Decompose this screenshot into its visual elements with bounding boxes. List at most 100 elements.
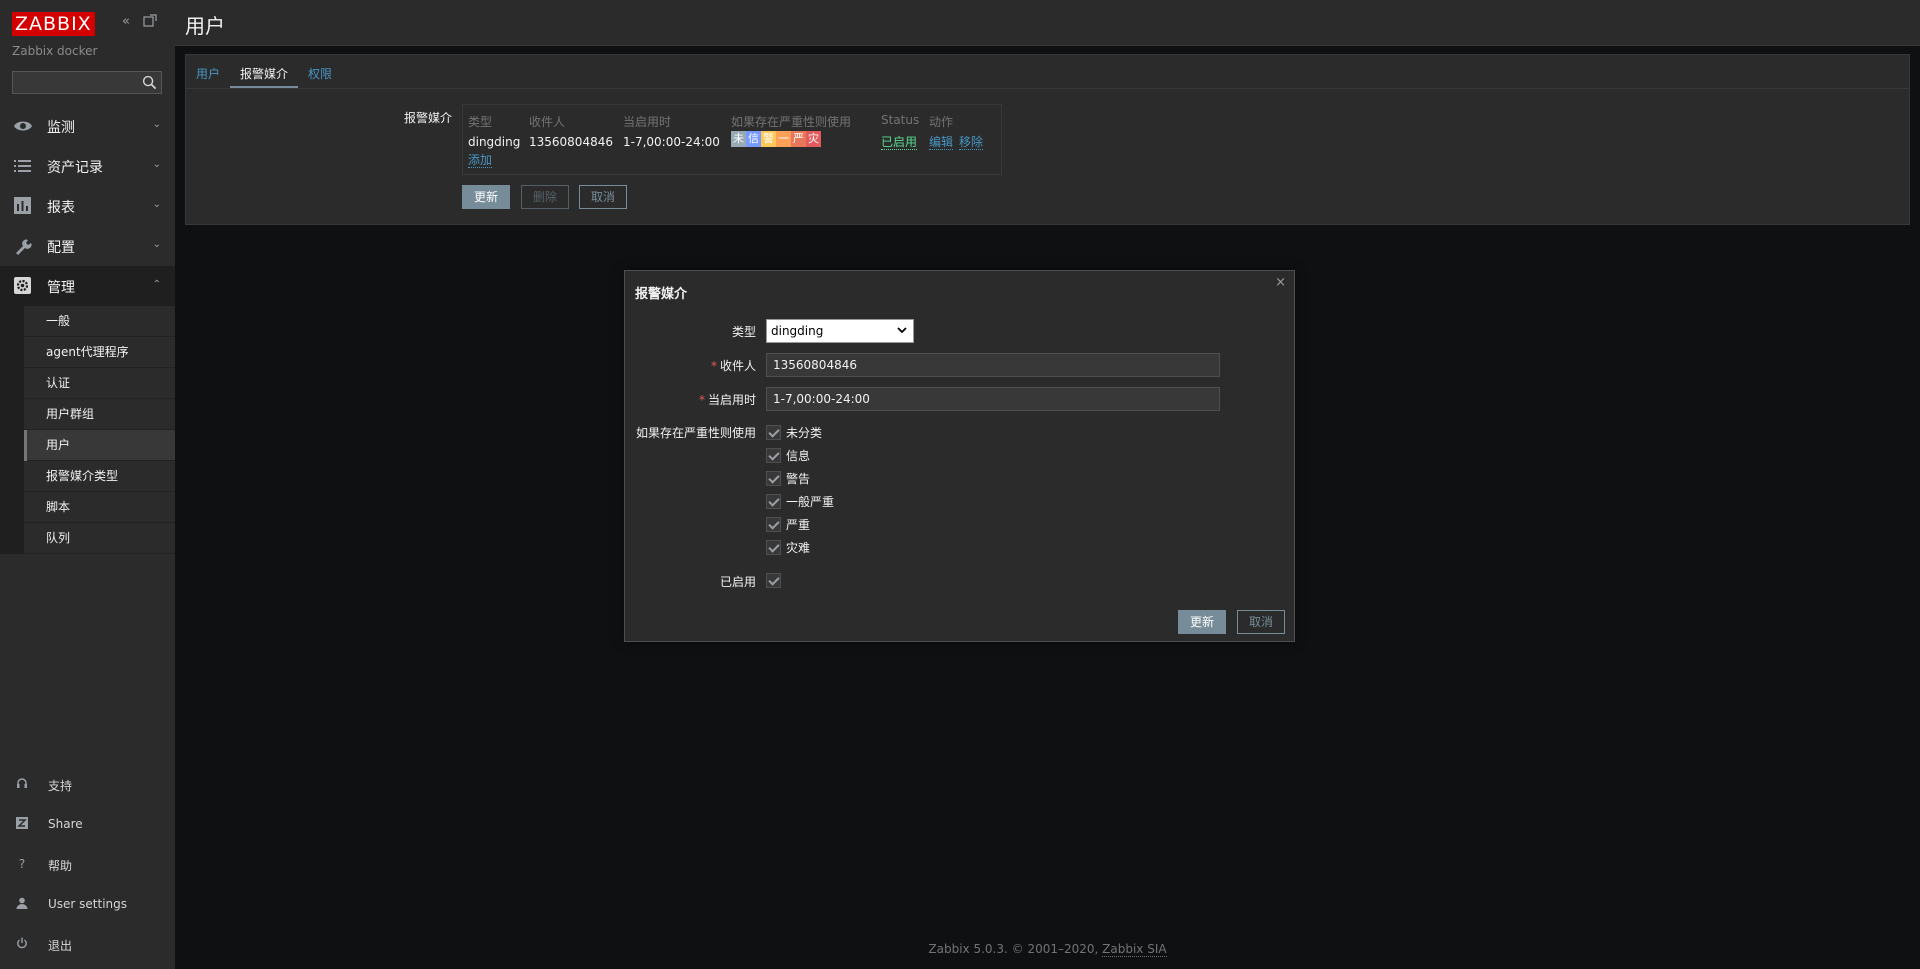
search-icon[interactable] xyxy=(142,75,157,90)
share-label: Share xyxy=(48,817,83,831)
submenu-scripts[interactable]: 脚本 xyxy=(24,492,175,523)
gear-icon xyxy=(14,277,31,294)
sign-out-link[interactable]: 退出 xyxy=(0,929,175,959)
support-link[interactable]: 支持 xyxy=(0,769,175,799)
tab-user[interactable]: 用户 xyxy=(196,65,220,82)
media-type-select[interactable]: dingding xyxy=(766,319,914,343)
media-row-type: dingding xyxy=(468,135,521,149)
submenu-indent xyxy=(0,306,24,554)
nav-configuration[interactable]: 配置 ⌄ xyxy=(0,226,175,266)
when-active-label: * 当启用时 xyxy=(698,393,756,407)
nav-monitoring[interactable]: 监测 ⌄ xyxy=(0,106,175,146)
help-link[interactable]: ? 帮助 xyxy=(0,849,175,879)
severity-badge-information: 信 xyxy=(746,131,761,147)
submenu-users[interactable]: 用户 xyxy=(24,430,175,461)
nav-reports-label: 报表 xyxy=(47,200,75,216)
dialog-update-button[interactable]: 更新 xyxy=(1178,610,1226,634)
severity-not-classified[interactable]: 未分类 xyxy=(766,424,822,440)
severity-high[interactable]: 严重 xyxy=(766,516,810,532)
submenu-authentication[interactable]: 认证 xyxy=(24,368,175,399)
when-active-label-text: 当启用时 xyxy=(707,393,756,407)
status-enabled-link[interactable]: 已启用 xyxy=(881,135,918,150)
severity-average[interactable]: 一般严重 xyxy=(766,493,834,509)
severity-label: 严重 xyxy=(786,517,811,532)
chevron-down-icon: ⌄ xyxy=(152,119,161,130)
submenu-proxies[interactable]: agent代理程序 xyxy=(24,337,175,368)
chevron-down-icon: ⌄ xyxy=(152,239,161,250)
media-type-select-value: dingding xyxy=(771,324,824,338)
user-settings-link[interactable]: User settings xyxy=(0,889,175,919)
edit-media-link[interactable]: 编辑 xyxy=(929,135,954,150)
server-name: Zabbix docker xyxy=(12,44,98,58)
nav-inventory[interactable]: 资产记录 ⌄ xyxy=(0,146,175,186)
kiosk-mode-icon[interactable] xyxy=(142,14,158,30)
nav-administration[interactable]: 管理 ⌃ xyxy=(0,266,175,306)
checkbox[interactable] xyxy=(766,447,781,463)
severity-disaster[interactable]: 灾难 xyxy=(766,539,810,555)
severity-badges: 未 信 警 一 严 灾 xyxy=(731,131,821,147)
severity-label: 警告 xyxy=(786,471,811,486)
checkbox[interactable] xyxy=(766,516,781,532)
delete-button[interactable]: 删除 xyxy=(521,185,569,209)
send-to-input[interactable]: 13560804846 xyxy=(766,353,1220,377)
checkbox[interactable] xyxy=(766,493,781,509)
send-to-label: * 收件人 xyxy=(710,359,756,373)
send-to-label-text: 收件人 xyxy=(719,359,756,373)
checkbox[interactable] xyxy=(766,539,781,555)
sidebar: ZABBIX « Zabbix docker 监测 ⌄ 资产记录 ⌄ 报表 ⌄ … xyxy=(0,0,175,969)
help-icon: ? xyxy=(18,857,26,871)
nav-monitoring-label: 监测 xyxy=(47,120,75,136)
chevron-up-icon: ⌃ xyxy=(152,279,161,290)
severity-badge-not-classified: 未 xyxy=(731,131,746,147)
zabbix-logo[interactable]: ZABBIX xyxy=(12,12,95,36)
update-button[interactable]: 更新 xyxy=(462,185,510,209)
zabbix-sia-link[interactable]: Zabbix SIA xyxy=(1102,942,1167,957)
remove-media-link[interactable]: 移除 xyxy=(959,135,984,150)
when-active-input[interactable]: 1-7,00:00-24:00 xyxy=(766,387,1220,411)
use-if-severity-label: 如果存在严重性则使用 xyxy=(635,426,756,440)
nav-administration-label: 管理 xyxy=(47,280,75,296)
severity-label: 未分类 xyxy=(786,425,823,440)
wrench-icon xyxy=(16,239,32,255)
severity-badge-disaster: 灾 xyxy=(806,131,821,147)
media-row-when-active: 1-7,00:00-24:00 xyxy=(623,135,720,149)
dialog-cancel-button[interactable]: 取消 xyxy=(1237,610,1285,634)
add-media-link[interactable]: 添加 xyxy=(468,153,493,168)
search-input[interactable] xyxy=(12,71,162,94)
list-icon xyxy=(14,160,31,172)
submenu-general[interactable]: 一般 xyxy=(24,306,175,337)
severity-badge-warning: 警 xyxy=(761,131,776,147)
checkbox[interactable] xyxy=(766,424,781,440)
admin-submenu: 一般 agent代理程序 认证 用户群组 用户 报警媒介类型 脚本 队列 xyxy=(24,306,175,554)
dialog-title: 报警媒介 xyxy=(635,287,688,302)
checkbox[interactable] xyxy=(766,572,781,588)
severity-badge-high: 严 xyxy=(791,131,806,147)
headset-icon xyxy=(15,777,29,791)
sign-out-label: 退出 xyxy=(48,939,73,953)
submenu-user-groups[interactable]: 用户群组 xyxy=(24,399,175,430)
column-header-send-to: 收件人 xyxy=(529,115,566,129)
close-icon[interactable]: × xyxy=(1275,275,1286,290)
column-header-type: 类型 xyxy=(468,115,493,129)
tab-permissions[interactable]: 权限 xyxy=(308,65,332,82)
severity-warning[interactable]: 警告 xyxy=(766,470,810,486)
help-label: 帮助 xyxy=(48,859,73,873)
nav-inventory-label: 资产记录 xyxy=(47,160,103,176)
tab-media[interactable]: 报警媒介 xyxy=(240,65,288,82)
severity-label: 一般严重 xyxy=(786,494,835,509)
submenu-queue[interactable]: 队列 xyxy=(24,523,175,554)
enabled-label: 已启用 xyxy=(719,575,756,589)
checkbox[interactable] xyxy=(766,470,781,486)
submenu-media-types[interactable]: 报警媒介类型 xyxy=(24,461,175,492)
cancel-button[interactable]: 取消 xyxy=(579,185,627,209)
enabled-checkbox[interactable] xyxy=(766,572,781,588)
logo[interactable]: ZABBIX xyxy=(12,12,95,36)
copyright-text: Zabbix 5.0.3. © 2001–2020, xyxy=(928,942,1103,956)
collapse-sidebar-icon[interactable]: « xyxy=(118,14,134,30)
nav-reports[interactable]: 报表 ⌄ xyxy=(0,186,175,226)
eye-icon xyxy=(14,121,32,131)
media-dialog: 报警媒介 × 类型 dingding * 收件人 13560804846 * 当启用… xyxy=(624,270,1295,642)
share-link[interactable]: Share xyxy=(0,809,175,839)
user-icon xyxy=(15,897,29,911)
severity-information[interactable]: 信息 xyxy=(766,447,810,463)
